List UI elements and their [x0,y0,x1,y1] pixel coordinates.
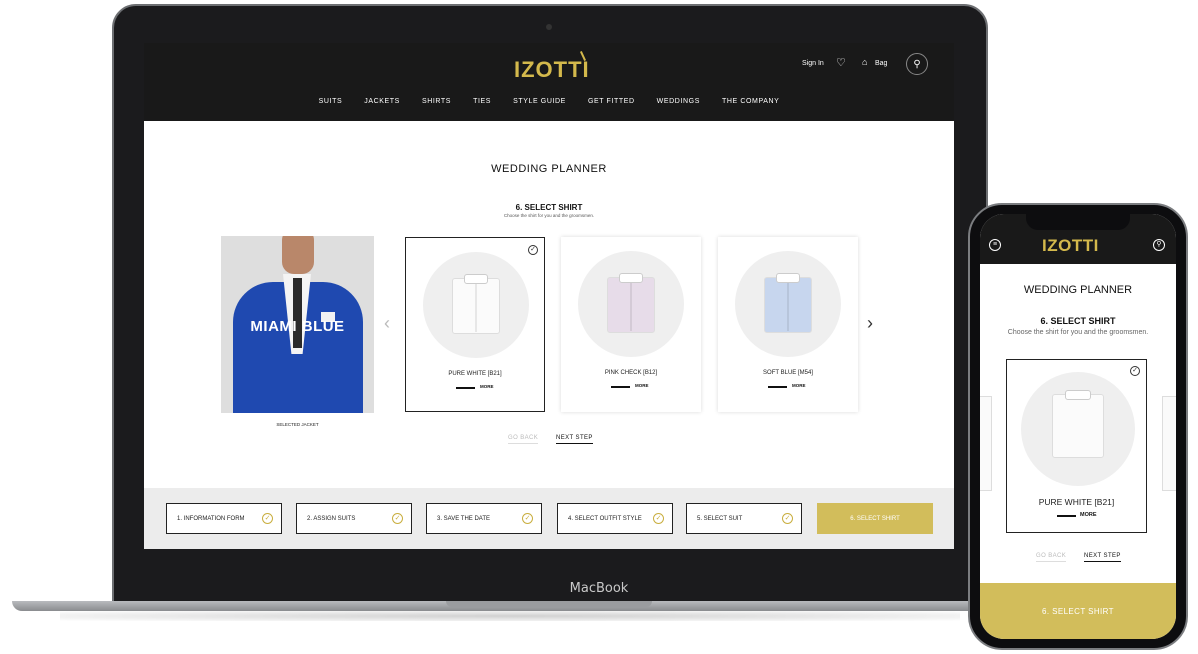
completed-check-icon: ✓ [782,513,793,524]
search-icon[interactable]: ⚲ [906,53,928,75]
step-label: 5. SELECT SUIT [697,515,743,522]
step-select-shirt[interactable]: 6. SELECT SHIRT [817,503,933,534]
selected-check-icon: ✓ [1130,366,1140,376]
carousel-prev-icon[interactable]: ‹ [384,313,390,334]
step-subtitle: Choose the shirt for you and the groomsm… [503,213,595,218]
shirt-collar [619,273,643,283]
shirt-image [1052,394,1104,458]
next-step-link[interactable]: NEXT STEP [556,435,593,444]
mobile-step-title: 6. SELECT SHIRT [1040,316,1116,326]
mobile-select-shirt-button[interactable]: 6. SELECT SHIRT [980,583,1176,639]
shirt-card-soft-blue[interactable]: SOFT BLUE [M54] MORE [718,237,858,412]
shirt-name: PURE WHITE [B21] [448,371,502,377]
shirt-name: PINK CHECK [B12] [604,370,658,376]
more-link[interactable]: MORE [792,383,806,388]
laptop-shadow [60,611,960,621]
main-nav: SUITS JACKETS SHIRTS TIES STYLE GUIDE GE… [144,98,954,105]
completed-check-icon: ✓ [262,513,273,524]
laptop-base-notch [446,601,652,607]
mobile-step-subtitle: Choose the shirt for you and the groomsm… [1007,329,1149,336]
nav-item-the-company[interactable]: THE COMPANY [722,98,779,105]
jacket-tie [293,278,302,348]
step-label: 2. ASSIGN SUITS [307,515,356,522]
step-title: 6. SELECT SHIRT [515,203,583,212]
model-head [282,236,314,274]
nav-item-ties[interactable]: TIES [473,98,491,105]
step-select-outfit-style[interactable]: 4. SELECT OUTFIT STYLE ✓ [557,503,673,534]
prev-card-peek[interactable] [980,396,992,491]
nav-item-shirts[interactable]: SHIRTS [422,98,451,105]
site-logo[interactable]: IZOTTI [514,57,590,83]
more-line [456,387,475,389]
mobile-shirt-card[interactable]: ✓ PURE WHITE [B21] MORE [1006,359,1147,533]
nav-item-weddings[interactable]: WEDDINGS [657,98,700,105]
mobile-logo[interactable]: IZOTTI [1042,236,1099,256]
shirt-placket [787,283,789,331]
more-link[interactable]: MORE [635,383,649,388]
shirt-collar [776,273,800,283]
nav-item-jackets[interactable]: JACKETS [364,98,400,105]
step-assign-suits[interactable]: 2. ASSIGN SUITS ✓ [296,503,412,534]
more-link[interactable]: MORE [1080,512,1097,518]
next-card-peek[interactable] [1162,396,1176,491]
mobile-go-back-link[interactable]: GO BACK [1036,553,1067,562]
laptop-camera [546,24,552,30]
jacket-name: MIAMI BLUE [250,318,345,335]
bag-link[interactable]: Bag [875,60,887,67]
shirt-name: PURE WHITE [B21] [1038,497,1115,507]
shirt-card-pink-check[interactable]: PINK CHECK [B12] MORE [561,237,701,412]
step-label: 3. SAVE THE DATE [437,515,491,522]
wishlist-icon[interactable]: ♡ [836,56,846,69]
menu-icon[interactable]: ≡ [989,239,1001,251]
shirt-collar [464,274,488,284]
bag-icon[interactable]: ⌂ [862,57,867,67]
carousel-next-icon[interactable]: › [867,313,873,334]
shirt-name: SOFT BLUE [M54] [763,370,813,376]
shirt-placket [630,283,632,331]
nav-item-suits[interactable]: SUITS [319,98,343,105]
mockup-stage: MacBook IZOTTI Sign In ♡ ⌂ Bag ⚲ SUITS J… [0,0,1198,654]
selected-jacket-caption: SELECTED JACKET [276,422,319,427]
shirt-collar [1065,390,1091,400]
step-select-suit[interactable]: 5. SELECT SUIT ✓ [686,503,802,534]
more-link[interactable]: MORE [480,384,494,389]
site-header: IZOTTI Sign In ♡ ⌂ Bag ⚲ SUITS JACKETS S… [144,43,954,121]
selected-jacket-image: MIAMI BLUE [221,236,374,413]
selected-check-icon: ✓ [528,245,538,255]
nav-item-get-fitted[interactable]: GET FITTED [588,98,635,105]
step-label: 6. SELECT SHIRT [850,515,900,522]
mobile-page-title: WEDDING PLANNER [1023,284,1133,296]
mobile-screen: ≡ IZOTTI ⚲ WEDDING PLANNER 6. SELECT SHI… [980,214,1176,639]
completed-check-icon: ✓ [392,513,403,524]
more-line [611,386,630,388]
progress-steps-bar: 1. INFORMATION FORM ✓ 2. ASSIGN SUITS ✓ … [144,488,954,549]
phone-notch [1026,214,1130,230]
mobile-header: ≡ IZOTTI ⚲ [980,214,1176,264]
page-title: WEDDING PLANNER [491,163,607,175]
sign-in-link[interactable]: Sign In [802,60,824,67]
more-line [768,386,787,388]
step-label: 4. SELECT OUTFIT STYLE [568,515,642,522]
more-line [1057,515,1076,517]
step-save-the-date[interactable]: 3. SAVE THE DATE ✓ [426,503,542,534]
shirt-card-pure-white[interactable]: ✓ PURE WHITE [B21] MORE [405,237,545,412]
completed-check-icon: ✓ [653,513,664,524]
step-information-form[interactable]: 1. INFORMATION FORM ✓ [166,503,282,534]
go-back-link[interactable]: GO BACK [508,435,539,444]
step-label: 1. INFORMATION FORM [177,515,245,522]
completed-check-icon: ✓ [522,513,533,524]
mobile-next-step-link[interactable]: NEXT STEP [1084,553,1121,562]
desktop-screen: IZOTTI Sign In ♡ ⌂ Bag ⚲ SUITS JACKETS S… [144,43,954,549]
search-icon[interactable]: ⚲ [1153,239,1165,251]
shirt-placket [475,284,477,332]
nav-item-style-guide[interactable]: STYLE GUIDE [513,98,566,105]
